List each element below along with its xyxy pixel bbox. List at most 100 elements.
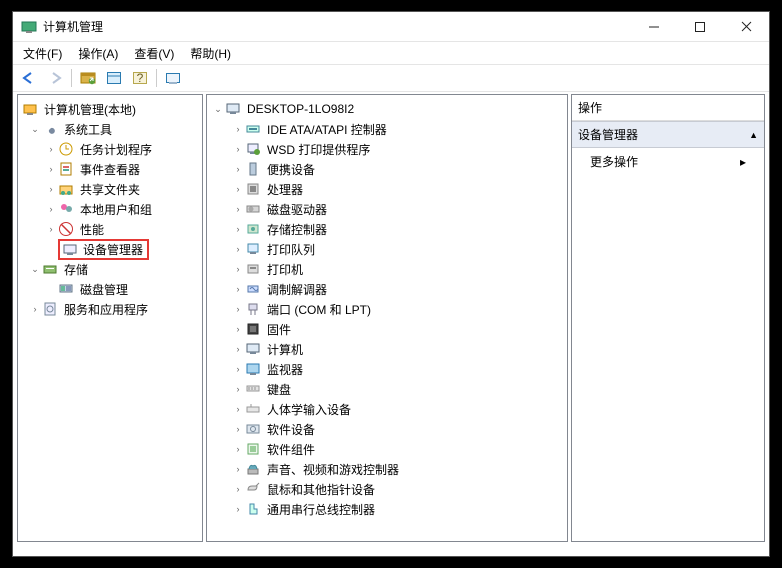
statusbar (13, 544, 769, 556)
expand-icon[interactable]: › (231, 144, 245, 154)
expand-icon[interactable]: › (231, 404, 245, 414)
console-tree-pane[interactable]: 计算机管理(本地) ⌄ 系统工具 › 任务计划程序 › 事件查看器 (17, 94, 203, 542)
tree-item-device-manager[interactable]: 设备管理器 (18, 239, 202, 259)
device-category[interactable]: › 磁盘驱动器 (207, 199, 567, 219)
expand-icon[interactable]: › (231, 224, 245, 234)
menubar: 文件(F) 操作(A) 查看(V) 帮助(H) (13, 42, 769, 64)
storage-icon (42, 261, 58, 277)
expand-icon[interactable]: › (44, 204, 58, 214)
category-icon (245, 121, 261, 137)
tree-label: 存储控制器 (265, 221, 329, 238)
tree-label: 软件设备 (265, 421, 317, 438)
expand-icon[interactable]: › (231, 124, 245, 134)
tree-services-apps[interactable]: › 服务和应用程序 (18, 299, 202, 319)
tree-root[interactable]: 计算机管理(本地) (18, 99, 202, 119)
expand-icon[interactable]: › (231, 284, 245, 294)
tree-item-performance[interactable]: › 性能 (18, 219, 202, 239)
device-category[interactable]: ›端口 (COM 和 LPT) (207, 299, 567, 319)
actions-title: 操作 (572, 95, 764, 121)
device-category[interactable]: ›计算机 (207, 339, 567, 359)
device-category[interactable]: › 软件组件 (207, 439, 567, 459)
expand-icon[interactable]: › (231, 484, 245, 494)
device-category[interactable]: ›处理器 (207, 179, 567, 199)
tree-system-tools[interactable]: ⌄ 系统工具 (18, 119, 202, 139)
tree-label: 磁盘驱动器 (265, 201, 329, 218)
device-category[interactable]: ›键盘 (207, 379, 567, 399)
menu-view[interactable]: 查看(V) (128, 43, 180, 64)
toolbar-properties-button[interactable] (102, 67, 126, 89)
tree-label: 计算机管理(本地) (42, 101, 138, 118)
expand-icon[interactable]: › (231, 304, 245, 314)
device-category[interactable]: ›WSD 打印提供程序 (207, 139, 567, 159)
tree-storage[interactable]: ⌄ 存储 (18, 259, 202, 279)
menu-help[interactable]: 帮助(H) (184, 43, 237, 64)
maximize-button[interactable] (677, 12, 723, 42)
tree-label: 磁盘管理 (78, 281, 130, 298)
tree-item-disk-mgmt[interactable]: 磁盘管理 (18, 279, 202, 299)
close-button[interactable] (723, 12, 769, 42)
toolbar: ? (13, 64, 769, 92)
device-category[interactable]: ›监视器 (207, 359, 567, 379)
category-icon (245, 501, 261, 517)
nav-forward-button[interactable] (43, 67, 67, 89)
expand-icon[interactable]: › (44, 184, 58, 194)
expand-icon[interactable]: › (231, 324, 245, 334)
tree-label: 软件组件 (265, 441, 317, 458)
minimize-button[interactable] (631, 12, 677, 42)
nav-back-button[interactable] (17, 67, 41, 89)
expand-icon[interactable]: › (231, 444, 245, 454)
device-category[interactable]: ›打印队列 (207, 239, 567, 259)
expand-icon[interactable]: › (231, 264, 245, 274)
device-category[interactable]: ›鼠标和其他指针设备 (207, 479, 567, 499)
expand-icon[interactable]: › (231, 244, 245, 254)
tree-label: 打印机 (265, 261, 305, 278)
device-category[interactable]: ›调制解调器 (207, 279, 567, 299)
toolbar-help-button[interactable]: ? (128, 67, 152, 89)
submenu-arrow-icon: ▸ (740, 155, 746, 169)
tree-item-local-users[interactable]: › 本地用户和组 (18, 199, 202, 219)
actions-more[interactable]: 更多操作 ▸ (572, 148, 764, 175)
toolbar-show-hide-button[interactable] (76, 67, 100, 89)
toolbar-refresh-button[interactable] (161, 67, 185, 89)
expand-icon[interactable]: › (231, 504, 245, 514)
tree-label: 共享文件夹 (78, 181, 142, 198)
category-icon (245, 301, 261, 317)
collapse-icon[interactable]: ⌄ (28, 124, 42, 135)
expand-icon[interactable]: › (44, 144, 58, 154)
tree-item-event-viewer[interactable]: › 事件查看器 (18, 159, 202, 179)
tree-item-task-scheduler[interactable]: › 任务计划程序 (18, 139, 202, 159)
device-category[interactable]: ›通用串行总线控制器 (207, 499, 567, 519)
menu-file[interactable]: 文件(F) (17, 43, 68, 64)
perf-icon (58, 221, 74, 237)
expand-icon[interactable]: › (231, 164, 245, 174)
device-category[interactable]: ›IDE ATA/ATAPI 控制器 (207, 119, 567, 139)
device-category[interactable]: ›声音、视频和游戏控制器 (207, 459, 567, 479)
device-category[interactable]: ›便携设备 (207, 159, 567, 179)
window-title: 计算机管理 (43, 18, 631, 35)
device-category[interactable]: › 存储控制器 (207, 219, 567, 239)
device-category[interactable]: › 打印机 (207, 259, 567, 279)
menu-action[interactable]: 操作(A) (72, 43, 124, 64)
tree-item-shared-folders[interactable]: › 共享文件夹 (18, 179, 202, 199)
expand-icon[interactable]: › (231, 384, 245, 394)
expand-icon[interactable]: › (28, 304, 42, 314)
tree-label: 存储 (62, 261, 90, 278)
expand-icon[interactable]: › (231, 464, 245, 474)
device-category[interactable]: › 软件设备 (207, 419, 567, 439)
category-icon (245, 401, 261, 417)
expand-icon[interactable]: › (44, 164, 58, 174)
actions-group-header[interactable]: 设备管理器 ▲ (572, 121, 764, 148)
collapse-icon[interactable]: ⌄ (28, 264, 42, 275)
expand-icon[interactable]: › (231, 184, 245, 194)
device-category[interactable]: ›固件 (207, 319, 567, 339)
device-tree-pane[interactable]: ⌄ DESKTOP-1LO98I2 ›IDE ATA/ATAPI 控制器›WSD… (206, 94, 568, 542)
tree-label: 性能 (78, 221, 106, 238)
expand-icon[interactable]: › (44, 224, 58, 234)
device-host[interactable]: ⌄ DESKTOP-1LO98I2 (207, 99, 567, 119)
device-category[interactable]: ›人体学输入设备 (207, 399, 567, 419)
expand-icon[interactable]: › (231, 424, 245, 434)
expand-icon[interactable]: › (231, 204, 245, 214)
collapse-icon[interactable]: ⌄ (211, 104, 225, 115)
expand-icon[interactable]: › (231, 364, 245, 374)
expand-icon[interactable]: › (231, 344, 245, 354)
